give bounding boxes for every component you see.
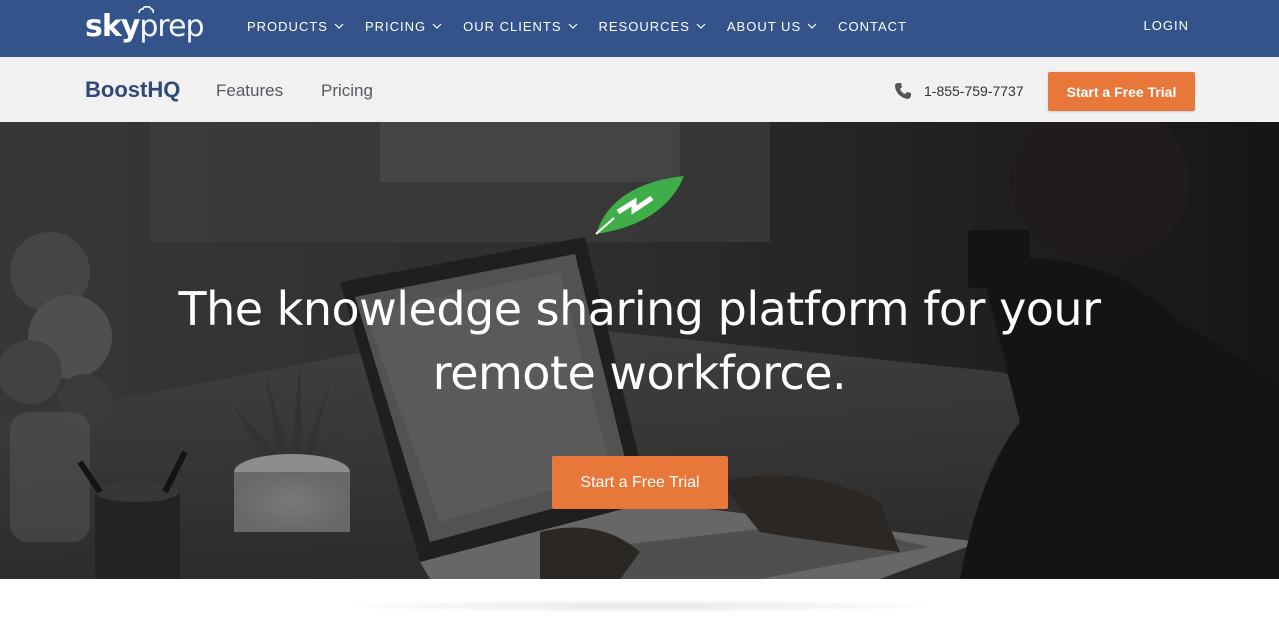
chevron-down-icon <box>568 23 577 29</box>
nav-pricing[interactable]: PRICING <box>365 19 442 34</box>
chevron-down-icon <box>696 23 706 29</box>
chevron-down-icon <box>334 23 344 29</box>
hero-headline-line2: remote workforce. <box>432 346 847 400</box>
start-free-trial-button-header[interactable]: Start a Free Trial <box>1048 72 1195 111</box>
nav-products[interactable]: PRODUCTS <box>247 19 344 34</box>
phone-number: 1-855-759-7737 <box>924 83 1024 99</box>
nav-our-clients[interactable]: OUR CLIENTS <box>463 19 577 34</box>
nav-about-us-label: ABOUT US <box>726 18 802 34</box>
boosthq-brand-link[interactable]: BoostHQ <box>85 77 180 103</box>
nav-contact[interactable]: CONTACT <box>838 19 907 34</box>
features-link[interactable]: Features <box>216 81 283 101</box>
skyprep-logo[interactable]: sky prep <box>85 6 205 46</box>
main-menu: PRODUCTS PRICING OUR CLIENTS RESOURCES A… <box>247 0 928 52</box>
login-link[interactable]: LOGIN <box>1144 18 1189 33</box>
chevron-down-icon <box>432 23 442 29</box>
logo-text-sky: sky <box>85 9 140 44</box>
top-navigation-bar: sky prep PRODUCTS PRICING OUR CLIENTS RES… <box>0 0 1279 57</box>
section-shadow-divider <box>330 599 950 613</box>
nav-resources[interactable]: RESOURCES <box>599 19 706 34</box>
green-leaf-bolt-icon <box>595 176 684 235</box>
nav-our-clients-label: OUR CLIENTS <box>463 18 562 34</box>
nav-resources-label: RESOURCES <box>598 18 690 34</box>
pricing-link[interactable]: Pricing <box>321 81 373 101</box>
below-hero-section <box>0 579 1279 617</box>
nav-pricing-label: PRICING <box>364 18 427 34</box>
hero-section: The knowledge sharing platform for your … <box>0 122 1279 579</box>
cloud-icon <box>138 6 154 14</box>
nav-contact-label: CONTACT <box>838 18 907 34</box>
nav-about-us[interactable]: ABOUT US <box>727 19 817 34</box>
nav-products-label: PRODUCTS <box>247 18 328 34</box>
phone-icon <box>895 83 911 99</box>
hero-headline: The knowledge sharing platform for your … <box>0 277 1279 405</box>
phone-contact[interactable]: 1-855-759-7737 <box>894 82 1024 100</box>
product-subnav: BoostHQ Features Pricing 1-855-759-7737 … <box>0 57 1279 122</box>
chevron-down-icon <box>807 23 817 29</box>
start-free-trial-button-hero[interactable]: Start a Free Trial <box>552 456 728 509</box>
hero-headline-line1: The knowledge sharing platform for your <box>178 282 1102 336</box>
